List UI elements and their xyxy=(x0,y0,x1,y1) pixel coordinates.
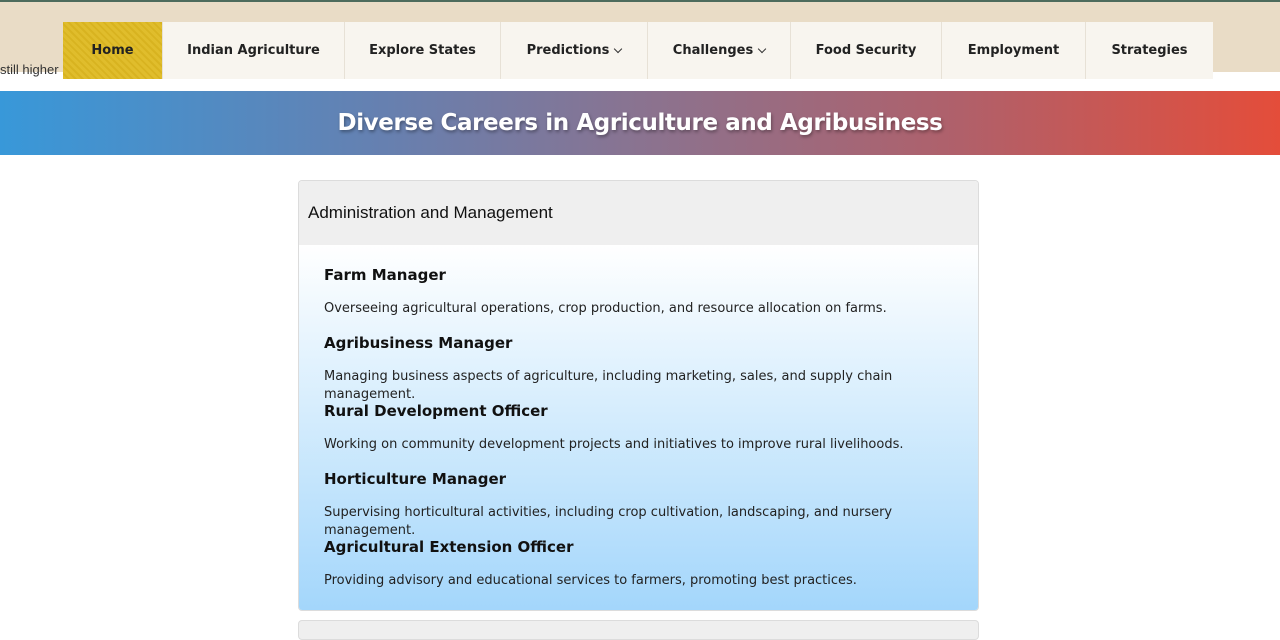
page-banner: Diverse Careers in Agriculture and Agrib… xyxy=(0,91,1280,155)
job-description: Overseeing agricultural operations, crop… xyxy=(324,301,887,316)
job-description: Managing business aspects of agriculture… xyxy=(324,369,893,402)
job-description: Working on community development project… xyxy=(324,437,904,452)
nav-strategies-label: Strategies xyxy=(1111,43,1188,58)
partial-background-text: still higher xyxy=(0,62,59,77)
job-title: Agribusiness Manager xyxy=(324,334,513,352)
nav-home[interactable]: Home xyxy=(63,22,163,79)
job-description: Providing advisory and educational servi… xyxy=(324,573,857,588)
nav-food-security-label: Food Security xyxy=(815,43,917,58)
nav-strategies[interactable]: Strategies xyxy=(1086,22,1213,79)
nav-predictions[interactable]: Predictions xyxy=(501,22,648,79)
nav-home-label: Home xyxy=(91,43,134,58)
nav-explore-states[interactable]: Explore States xyxy=(345,22,501,79)
page-title: Diverse Careers in Agriculture and Agrib… xyxy=(337,110,943,136)
nav-indian-agriculture[interactable]: Indian Agriculture xyxy=(163,22,345,79)
job-item: Rural Development Officer Working on com… xyxy=(324,401,953,469)
job-item: Horticulture Manager Supervising horticu… xyxy=(324,469,953,538)
job-item: Farm Manager Overseeing agricultural ope… xyxy=(324,265,953,333)
nav-explore-states-label: Explore States xyxy=(369,43,476,58)
career-category-card: Administration and Management Farm Manag… xyxy=(298,180,979,611)
chevron-down-icon xyxy=(757,44,767,53)
nav-indian-agriculture-label: Indian Agriculture xyxy=(187,43,320,58)
nav-employment[interactable]: Employment xyxy=(942,22,1086,79)
job-title: Horticulture Manager xyxy=(324,470,507,488)
category-heading[interactable]: Administration and Management xyxy=(299,181,978,245)
job-description: Supervising horticultural activities, in… xyxy=(324,505,893,538)
job-title: Farm Manager xyxy=(324,266,446,284)
job-item: Agribusiness Manager Managing business a… xyxy=(324,333,953,402)
chevron-down-icon xyxy=(614,44,623,53)
job-title: Rural Development Officer xyxy=(324,402,548,420)
nav-challenges-label: Challenges xyxy=(672,43,754,58)
next-category-card[interactable] xyxy=(298,620,979,640)
nav-food-security[interactable]: Food Security xyxy=(791,22,942,79)
job-item: Agricultural Extension Officer Providing… xyxy=(324,537,953,605)
nav-predictions-label: Predictions xyxy=(526,43,610,58)
nav-employment-label: Employment xyxy=(967,43,1060,58)
nav-challenges[interactable]: Challenges xyxy=(648,22,791,79)
category-body: Farm Manager Overseeing agricultural ope… xyxy=(299,245,978,610)
main-nav: Home Indian Agriculture Explore States P… xyxy=(63,22,1213,79)
job-title: Agricultural Extension Officer xyxy=(324,538,574,556)
